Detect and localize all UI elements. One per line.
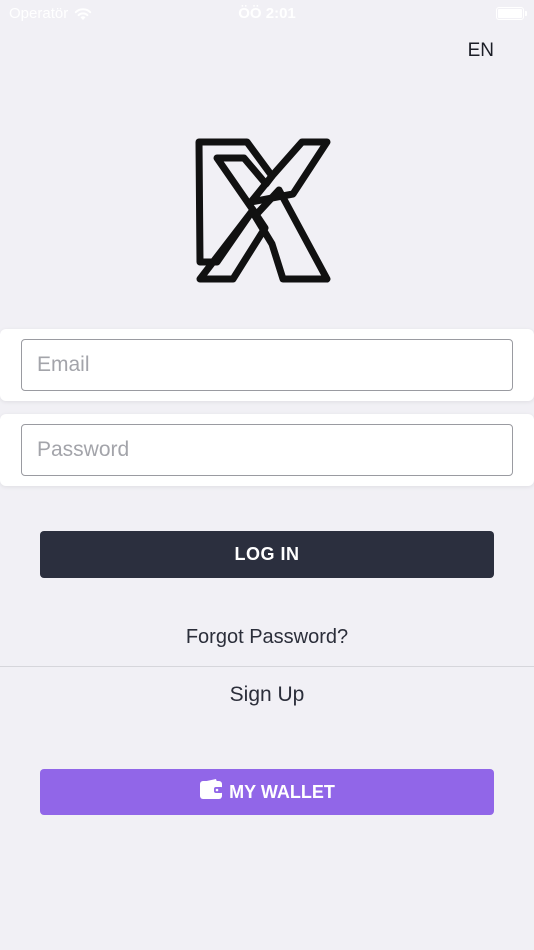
status-time: ÖÖ 2:01: [238, 5, 296, 22]
battery-icon: [496, 7, 527, 20]
wallet-icon: [200, 779, 224, 799]
password-card: [0, 414, 534, 486]
login-button[interactable]: LOG IN: [40, 531, 494, 578]
password-field[interactable]: [21, 424, 513, 476]
email-field[interactable]: [21, 339, 513, 391]
my-wallet-button[interactable]: MY WALLET: [40, 769, 494, 815]
sign-up-link[interactable]: Sign Up: [0, 683, 534, 707]
email-card: [0, 329, 534, 401]
status-bar: Operatör ÖÖ 2:01: [0, 0, 534, 28]
language-button[interactable]: EN: [468, 40, 494, 62]
x-logo-icon: [195, 138, 331, 283]
my-wallet-label: MY WALLET: [229, 781, 335, 802]
divider: [0, 666, 534, 667]
forgot-password-link[interactable]: Forgot Password?: [0, 626, 534, 649]
